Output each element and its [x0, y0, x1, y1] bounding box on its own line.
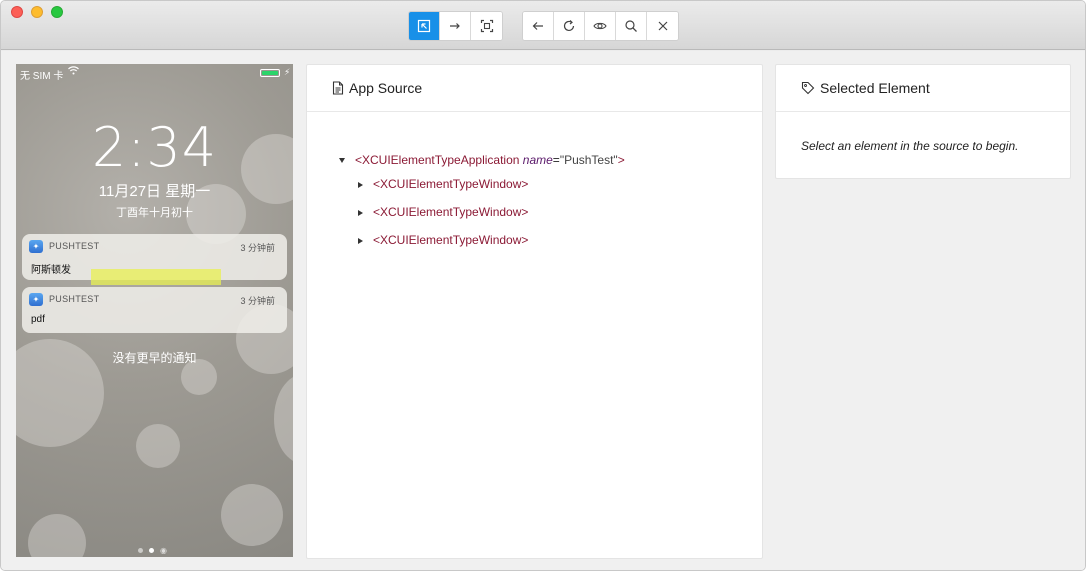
notification-card[interactable]: ✦ PUSHTEST 3 分钟前 pdf	[22, 287, 287, 333]
tree-tag: <XCUIElementTypeWindow>	[373, 233, 529, 247]
selected-element-panel: Selected Element Select an element in th…	[775, 64, 1071, 179]
charging-icon: ⚡	[284, 67, 291, 77]
select-element-button[interactable]	[409, 12, 440, 40]
caret-right-icon[interactable]	[358, 209, 363, 216]
lockscreen-date: 11月27日 星期一	[98, 183, 211, 200]
lunar-date: 丁酉年十月初十	[116, 207, 193, 219]
app-source-title: App Source	[349, 80, 423, 96]
select-element-icon	[417, 19, 431, 33]
lockscreen-time: 2:34	[91, 116, 218, 179]
window-close-button[interactable]	[11, 6, 23, 18]
tree-node-application[interactable]: <XCUIElementTypeApplication name="PushTe…	[339, 152, 625, 168]
wallpaper-bubble	[28, 514, 86, 557]
tap-coordinates-icon	[480, 19, 493, 33]
window-minimize-button[interactable]	[31, 6, 43, 18]
page-dot	[138, 548, 143, 553]
tree-tag: <XCUIElementTypeApplication	[355, 153, 520, 167]
camera-icon: ◉	[160, 546, 167, 555]
battery-icon	[260, 69, 280, 77]
wifi-icon	[68, 66, 79, 78]
tap-coordinates-button[interactable]	[471, 12, 502, 40]
search-button[interactable]	[616, 12, 647, 40]
file-icon	[332, 81, 344, 95]
notification-time: 3 分钟前	[240, 296, 275, 306]
back-button[interactable]	[523, 12, 554, 40]
toggle-visibility-button[interactable]	[585, 12, 616, 40]
notification-message: 阿斯顿发	[31, 265, 71, 276]
app-icon: ✦	[29, 293, 43, 306]
selected-element-header: Selected Element	[776, 65, 1070, 112]
page-indicator: ◉	[138, 546, 167, 555]
wallpaper-bubble	[221, 484, 283, 546]
swipe-button[interactable]	[440, 12, 471, 40]
caret-right-icon[interactable]	[358, 181, 363, 188]
element-highlight[interactable]	[91, 269, 221, 285]
titlebar	[1, 1, 1085, 50]
device-screenshot[interactable]: 无 SIM 卡 ⚡ 2:34 11月27日 星期一 丁酉年十月初十 ✦ PUSH…	[16, 64, 293, 557]
swipe-arrow-icon	[450, 23, 460, 29]
quit-session-button[interactable]	[647, 12, 678, 40]
page-dot-active	[149, 548, 154, 553]
caret-down-icon[interactable]	[339, 158, 345, 164]
tree-attr-eq: =	[552, 153, 560, 167]
notification-message: pdf	[31, 314, 45, 325]
window-maximize-button[interactable]	[51, 6, 63, 18]
tree-attr-name: name	[522, 153, 553, 167]
action-button-group	[522, 11, 679, 41]
app-window: 无 SIM 卡 ⚡ 2:34 11月27日 星期一 丁酉年十月初十 ✦ PUSH…	[0, 0, 1086, 571]
tree-node-window[interactable]: <XCUIElementTypeWindow>	[358, 176, 528, 192]
carrier-label: 无 SIM 卡	[20, 71, 64, 82]
app-source-header: App Source	[307, 65, 762, 112]
notification-app-name: PUSHTEST	[49, 241, 100, 251]
tree-tag: <XCUIElementTypeWindow>	[373, 205, 529, 219]
app-source-panel: App Source <XCUIElementTypeApplication n…	[306, 64, 763, 559]
no-more-notifications: 没有更早的通知	[112, 351, 197, 365]
refresh-button[interactable]	[554, 12, 585, 40]
eye-icon	[593, 22, 607, 30]
caret-right-icon[interactable]	[358, 237, 363, 244]
selected-element-hint: Select an element in the source to begin…	[801, 139, 1019, 153]
tag-icon	[801, 81, 815, 95]
refresh-icon	[563, 20, 575, 32]
main-content: 无 SIM 卡 ⚡ 2:34 11月27日 星期一 丁酉年十月初十 ✦ PUSH…	[1, 51, 1085, 570]
wallpaper-bubble	[136, 424, 180, 468]
selected-element-title: Selected Element	[820, 80, 930, 96]
mode-button-group	[408, 11, 503, 41]
tree-attr-value: "PushTest"	[559, 153, 618, 167]
tree-node-window[interactable]: <XCUIElementTypeWindow>	[358, 204, 528, 220]
app-icon: ✦	[29, 240, 43, 253]
tree-node-window[interactable]: <XCUIElementTypeWindow>	[358, 232, 528, 248]
close-icon	[658, 21, 667, 31]
wallpaper-bubble	[274, 374, 293, 464]
notification-app-name: PUSHTEST	[49, 294, 100, 304]
tree-tag: <XCUIElementTypeWindow>	[373, 177, 529, 191]
notification-time: 3 分钟前	[240, 243, 275, 253]
search-icon	[625, 20, 637, 32]
back-arrow-icon	[532, 22, 543, 30]
tree-tag-close: >	[617, 153, 625, 167]
status-bar: 无 SIM 卡 ⚡	[16, 64, 293, 82]
